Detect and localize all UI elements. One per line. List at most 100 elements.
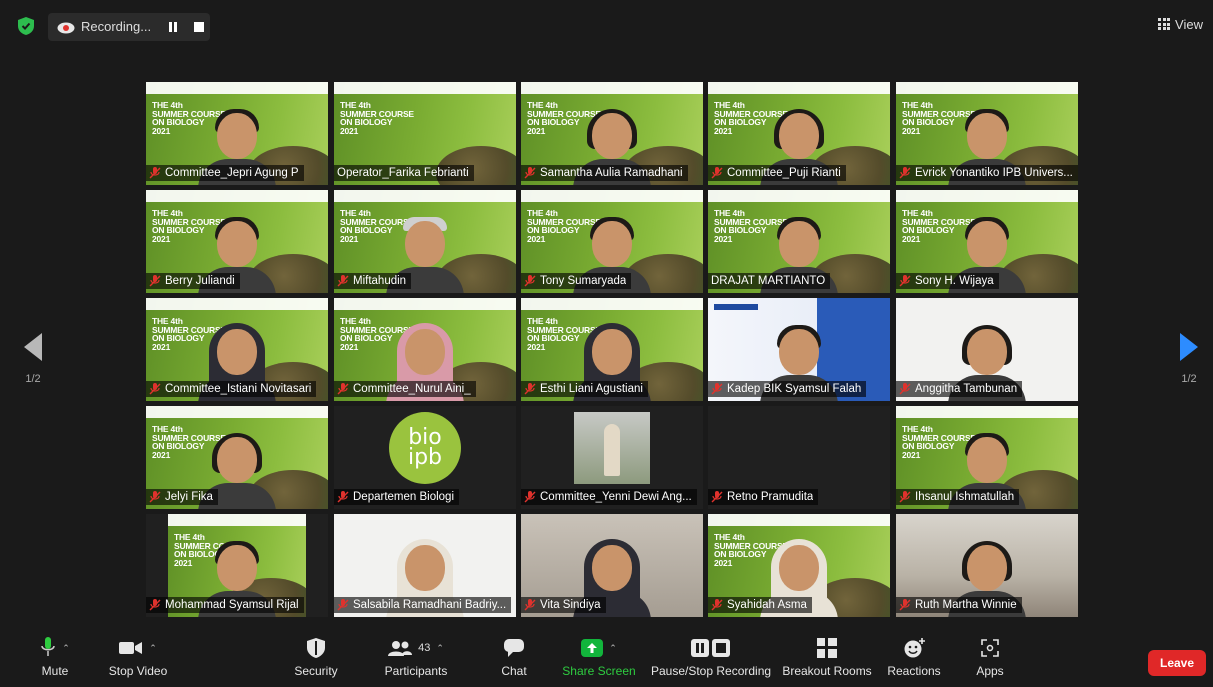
participant-video-tile[interactable]: Ruth Martha Winnie: [896, 514, 1078, 617]
bio-ipb-logo: bio ipb: [389, 412, 461, 484]
participant-video-tile[interactable]: THE 4th SUMMER COURSE ON BIOLOGY 2021 Esthi …: [521, 298, 703, 401]
microphone-muted-icon: [337, 383, 349, 395]
chat-button[interactable]: Chat: [496, 632, 532, 687]
microphone-muted-icon: [524, 599, 536, 611]
stop-video-button[interactable]: ⌃ Stop Video: [104, 632, 172, 687]
microphone-muted-icon: [149, 383, 161, 395]
participant-name: Mohammad Syamsul Rijal: [165, 599, 299, 611]
participant-video-tile[interactable]: THE 4th SUMMER COURSE ON BIOLOGY 2021 Ihsanu…: [896, 406, 1078, 509]
participant-name-label: Committee_Puji Rianti: [708, 165, 846, 181]
participant-video-tile[interactable]: Salsabila Ramadhani Badriy...: [334, 514, 516, 617]
apps-label: Apps: [976, 664, 1004, 678]
participant-name: Retno Pramudita: [727, 491, 814, 503]
share-screen-icon: [581, 639, 604, 657]
participant-video-tile[interactable]: THE 4th SUMMER COURSE ON BIOLOGY 2021 Tony S…: [521, 190, 703, 293]
participant-name: Syahidah Asma: [727, 599, 807, 611]
leave-button[interactable]: Leave: [1148, 650, 1206, 676]
participant-video-tile[interactable]: Vita Sindiya: [521, 514, 703, 617]
participant-video-tile[interactable]: THE 4th SUMMER COURSE ON BIOLOGY 2021 Sony H…: [896, 190, 1078, 293]
chevron-up-icon[interactable]: ⌃: [609, 643, 617, 654]
participants-button[interactable]: 43 ⌃ Participants: [382, 632, 450, 687]
participant-video-tile[interactable]: THE 4th SUMMER COURSE ON BIOLOGY 2021 Syahid…: [708, 514, 890, 617]
participant-name-label: Vita Sindiya: [521, 597, 606, 613]
mute-button[interactable]: ⌃ Mute: [30, 632, 80, 687]
view-label: View: [1175, 16, 1203, 32]
participants-count: 43: [418, 642, 431, 654]
participant-name-label: Evrick Yonantiko IPB Univers...: [896, 165, 1078, 181]
participant-name: Committee_Puji Rianti: [727, 167, 841, 179]
participant-name-label: Ihsanul Ishmatullah: [896, 489, 1020, 505]
participant-name: Tony Sumaryada: [540, 275, 627, 287]
participant-name-label: Berry Juliandi: [146, 273, 240, 289]
participant-video-tile[interactable]: Anggitha Tambunan: [896, 298, 1078, 401]
microphone-muted-icon: [337, 491, 349, 503]
participant-video-tile[interactable]: Kadep BIK Syamsul Falah: [708, 298, 890, 401]
breakout-rooms-button[interactable]: Breakout Rooms: [782, 632, 872, 687]
page-indicator-left: 1/2: [25, 373, 41, 385]
microphone-muted-icon: [149, 275, 161, 287]
participant-name-label: Committee_Nurul Aini_: [334, 381, 476, 397]
view-button[interactable]: View: [1158, 14, 1203, 34]
participant-video-tile[interactable]: THE 4th SUMMER COURSE ON BIOLOGY 2021 Berry …: [146, 190, 328, 293]
recording-indicator[interactable]: Recording...: [48, 13, 210, 41]
recording-label: Recording...: [81, 19, 152, 34]
previous-page-button[interactable]: 1/2: [18, 333, 48, 385]
apps-button[interactable]: Apps: [970, 632, 1010, 687]
participant-video-tile[interactable]: Committee_Yenni Dewi Ang...: [521, 406, 703, 509]
chevron-up-icon[interactable]: ⌃: [149, 643, 157, 654]
pause-stop-recording-button[interactable]: Pause/Stop Recording: [650, 632, 772, 687]
participant-name-label: Kadep BIK Syamsul Falah: [708, 381, 867, 397]
participant-name-label: Retno Pramudita: [708, 489, 819, 505]
participant-video-tile[interactable]: Retno Pramudita: [708, 406, 890, 509]
arrow-left-icon: [24, 333, 42, 361]
microphone-muted-icon: [899, 491, 911, 503]
participant-video-tile[interactable]: THE 4th SUMMER COURSE ON BIOLOGY 2021 Samant…: [521, 82, 703, 185]
participant-name: Ihsanul Ishmatullah: [915, 491, 1015, 503]
participant-video-tile[interactable]: THE 4th SUMMER COURSE ON BIOLOGY 2021 Commit…: [146, 298, 328, 401]
participant-video-tile[interactable]: THE 4th SUMMER COURSE ON BIOLOGY 2021 Commit…: [334, 298, 516, 401]
breakout-rooms-label: Breakout Rooms: [782, 664, 872, 678]
share-screen-label: Share Screen: [562, 664, 636, 678]
participant-video-tile[interactable]: THE 4th SUMMER COURSE ON BIOLOGY 2021 Operat…: [334, 82, 516, 185]
stop-video-label: Stop Video: [108, 664, 168, 678]
chevron-up-icon[interactable]: ⌃: [62, 643, 70, 654]
stop-recording-icon[interactable]: [194, 22, 204, 32]
participant-video-tile[interactable]: THE 4th SUMMER COURSE ON BIOLOGY 2021 Jelyi …: [146, 406, 328, 509]
participant-video-tile[interactable]: THE 4th SUMMER COURSE ON BIOLOGY 2021 Miftah…: [334, 190, 516, 293]
participant-name-label: Esthi Liani Agustiani: [521, 381, 648, 397]
participant-name-label: Tony Sumaryada: [521, 273, 632, 289]
participant-name: Kadep BIK Syamsul Falah: [727, 383, 862, 395]
video-gallery: THE 4th SUMMER COURSE ON BIOLOGY 2021 Commit…: [146, 82, 1078, 617]
security-label: Security: [294, 664, 338, 678]
participant-video-tile[interactable]: THE 4th SUMMER COURSE ON BIOLOGY 2021 Mohamm…: [146, 514, 328, 617]
participants-label: Participants: [384, 664, 448, 678]
participant-video-tile[interactable]: bio ipb Departemen Biologi: [334, 406, 516, 509]
chevron-up-icon[interactable]: ⌃: [436, 643, 444, 654]
microphone-muted-icon: [524, 383, 536, 395]
participant-name: Committee_Yenni Dewi Ang...: [540, 491, 692, 503]
security-button[interactable]: Security: [294, 632, 338, 687]
profile-photo: [574, 412, 650, 484]
participant-name-label: Sony H. Wijaya: [896, 273, 999, 289]
share-screen-button[interactable]: ⌃ Share Screen: [562, 632, 636, 687]
shield-icon: [307, 638, 325, 658]
participant-name-label: Anggitha Tambunan: [896, 381, 1023, 397]
participant-name: Berry Juliandi: [165, 275, 235, 287]
shield-check-icon[interactable]: [18, 17, 34, 35]
participant-video-tile[interactable]: THE 4th SUMMER COURSE ON BIOLOGY 2021 Evrick…: [896, 82, 1078, 185]
pause-recording-icon[interactable]: [168, 22, 178, 32]
participant-name: Esthi Liani Agustiani: [540, 383, 643, 395]
participant-video-tile[interactable]: THE 4th SUMMER COURSE ON BIOLOGY 2021 DRAJAT…: [708, 190, 890, 293]
top-bar: Recording... View: [0, 0, 1213, 52]
participant-name-label: Operator_Farika Febrianti: [334, 165, 474, 181]
chat-label: Chat: [501, 664, 527, 678]
reactions-button[interactable]: Reactions: [886, 632, 942, 687]
pause-stop-recording-label: Pause/Stop Recording: [650, 664, 772, 678]
smiley-plus-icon: [904, 638, 925, 658]
participant-video-tile[interactable]: THE 4th SUMMER COURSE ON BIOLOGY 2021 Commit…: [146, 82, 328, 185]
next-page-button[interactable]: 1/2: [1174, 333, 1204, 385]
participant-name-label: Committee_Jepri Agung P: [146, 165, 304, 181]
microphone-muted-icon: [337, 275, 349, 287]
participant-video-tile[interactable]: THE 4th SUMMER COURSE ON BIOLOGY 2021 Commit…: [708, 82, 890, 185]
microphone-muted-icon: [899, 599, 911, 611]
